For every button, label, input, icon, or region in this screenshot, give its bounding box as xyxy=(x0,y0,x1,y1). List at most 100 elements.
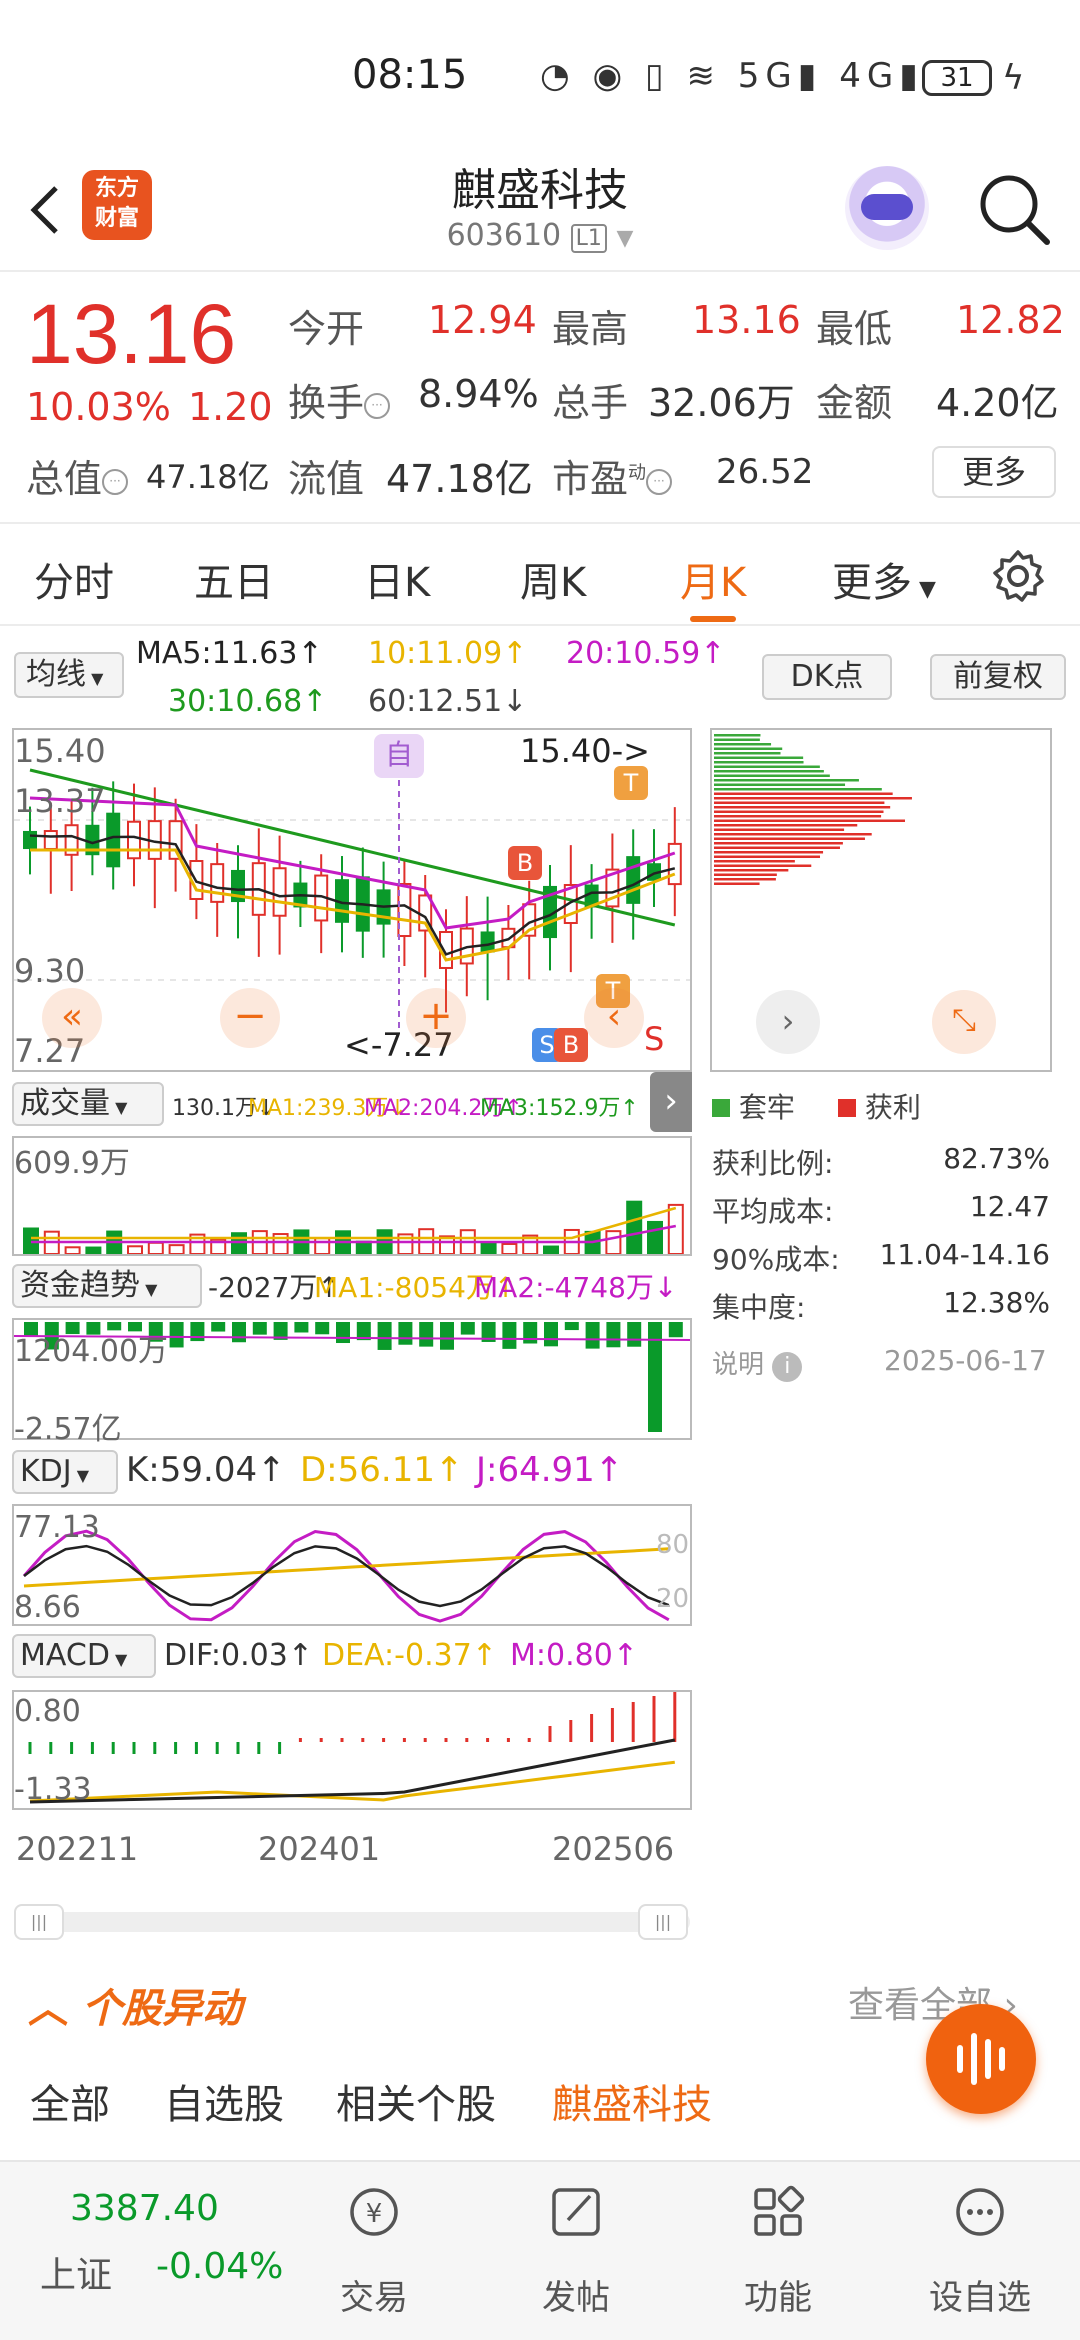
change-amount: 1.20 xyxy=(188,385,273,429)
candle-body xyxy=(626,856,641,904)
expand-panel-icon[interactable]: › xyxy=(650,1072,692,1132)
buy-marker[interactable]: B xyxy=(554,1028,588,1062)
range-slider-track[interactable] xyxy=(14,1912,690,1932)
cost-bar xyxy=(714,752,781,755)
range-handle-left[interactable]: ||| xyxy=(14,1904,64,1940)
kdj-axis-bottom: 8.66 xyxy=(14,1590,81,1625)
cost-bar xyxy=(714,774,830,777)
sell-marker[interactable]: S xyxy=(644,1020,664,1058)
volume-bar xyxy=(314,1237,331,1254)
ma-selector[interactable]: 均线 ▼ xyxy=(14,652,124,698)
voice-assistant-button[interactable] xyxy=(926,2004,1036,2114)
cost-bar xyxy=(714,837,865,840)
filter-all[interactable]: 全部 xyxy=(30,2072,110,2130)
nav-add-watchlist[interactable]: 设自选 xyxy=(880,2162,1080,2340)
fund-bar xyxy=(336,1322,350,1344)
fund-trend-selector[interactable]: 资金趋势 ▼ xyxy=(12,1264,202,1308)
candle-body xyxy=(272,867,287,917)
t-marker[interactable]: T xyxy=(614,766,648,800)
search-icon[interactable] xyxy=(975,170,1055,250)
fund-bar xyxy=(315,1322,330,1335)
volume-bar xyxy=(64,1246,81,1254)
fund-bar xyxy=(585,1322,600,1349)
cost-bar xyxy=(714,815,882,818)
trade-icon: ¥ xyxy=(350,2188,398,2236)
self-select-marker[interactable]: 自 xyxy=(374,734,424,778)
candle-body xyxy=(23,830,37,850)
x-axis-label: 202401 xyxy=(258,1830,381,1868)
tab-more[interactable]: 更多 ▼ xyxy=(832,550,936,608)
cost-distribution-chart[interactable]: › ⤡ xyxy=(710,728,1052,1072)
candle-body xyxy=(43,830,58,850)
volume-chart[interactable]: 609.9万 xyxy=(12,1136,692,1256)
high-value: 13.16 xyxy=(692,298,801,342)
index-change: -0.04% xyxy=(156,2246,284,2287)
cost-bar xyxy=(714,779,859,782)
kline-axis-mid1: 13.37 xyxy=(14,782,106,820)
fund-bar xyxy=(460,1322,475,1335)
cost-bar xyxy=(714,761,804,764)
cost-bar xyxy=(714,873,777,876)
dk-point-selector[interactable]: DK点 xyxy=(762,654,892,700)
volume-bar xyxy=(626,1200,643,1254)
fund-bar xyxy=(627,1322,642,1347)
zoom-out-icon[interactable]: − xyxy=(220,988,280,1048)
ma20-legend: 20:10.59↑ xyxy=(566,636,726,671)
macd-chart[interactable]: 0.80 -1.33 xyxy=(12,1690,692,1810)
filter-this-stock[interactable]: 麒盛科技 xyxy=(552,2072,712,2130)
cost-bar xyxy=(714,765,820,768)
cost-bar xyxy=(714,806,891,809)
fund-trend-chart[interactable]: 1204.00万 -2.57亿 xyxy=(12,1318,692,1447)
buy-marker[interactable]: B xyxy=(508,846,542,880)
volume-bar xyxy=(667,1203,684,1254)
bottom-nav: 3387.40 上证 -0.04% ¥ 交易 发帖 功能 设自选 xyxy=(0,2160,1080,2340)
cost-bar xyxy=(714,855,821,858)
assistant-robot-icon[interactable] xyxy=(845,166,929,250)
open-value: 12.94 xyxy=(428,298,537,342)
scroll-right-icon[interactable]: ‹ xyxy=(584,988,644,1048)
kdj-selector[interactable]: KDJ ▼ xyxy=(12,1450,118,1494)
adjust-button[interactable]: 前复权 xyxy=(930,654,1066,700)
range-handle-right[interactable]: ||| xyxy=(638,1904,688,1940)
nav-post[interactable]: 发帖 xyxy=(476,2162,676,2340)
volume-value: 32.06万 xyxy=(648,381,795,425)
volume-bar xyxy=(147,1241,164,1254)
gear-icon[interactable] xyxy=(990,548,1046,604)
profit-legend: 获利 xyxy=(838,1086,921,1126)
macd-selector[interactable]: MACD ▼ xyxy=(12,1634,156,1678)
expand-right-icon[interactable]: › xyxy=(756,990,820,1054)
kdj-chart[interactable]: 77.13 8.66 80 20 xyxy=(12,1504,692,1626)
fund-axis-bottom: -2.57亿 xyxy=(14,1412,122,1447)
filter-watchlist[interactable]: 自选股 xyxy=(164,2072,284,2130)
filter-related[interactable]: 相关个股 xyxy=(336,2072,496,2130)
volume-selector[interactable]: 成交量 ▼ xyxy=(12,1082,164,1126)
cost-bar xyxy=(714,797,912,800)
concentration-label: 集中度: xyxy=(712,1291,806,1324)
tab-five-day[interactable]: 五日 xyxy=(194,550,274,608)
kline-chart[interactable]: 15.40 13.37 9.30 7.27 15.40-> <-7.27 自 B… xyxy=(12,728,692,1072)
index-ticker[interactable]: 3387.40 上证 -0.04% xyxy=(0,2162,290,2340)
cost90-label: 90%成本: xyxy=(712,1243,840,1276)
note-link[interactable]: 说明 i xyxy=(712,1344,803,1382)
volume-bar xyxy=(127,1245,143,1254)
fund-bar xyxy=(668,1322,683,1338)
fund-bar xyxy=(232,1322,246,1343)
tab-monthly-k[interactable]: 月K xyxy=(680,550,746,608)
zoom-in-icon[interactable]: + xyxy=(406,988,466,1048)
nav-trade[interactable]: ¥ 交易 xyxy=(274,2162,474,2340)
tab-weekly-k[interactable]: 周K xyxy=(520,550,586,608)
tab-intraday[interactable]: 分时 xyxy=(34,550,114,608)
scroll-left-icon[interactable]: « xyxy=(42,988,102,1048)
cost-bar xyxy=(714,833,872,836)
more-button[interactable]: 更多 xyxy=(932,446,1056,498)
cost-bar xyxy=(714,864,812,867)
info-icon: ··· xyxy=(646,468,673,495)
svg-text:¥: ¥ xyxy=(366,2199,383,2229)
profit-ratio-label: 获利比例: xyxy=(712,1147,834,1180)
kdj-k: K:59.04↑ xyxy=(126,1450,286,1490)
candle-body xyxy=(210,863,225,903)
fullscreen-icon[interactable]: ⤡ xyxy=(932,990,996,1054)
nav-functions[interactable]: 功能 xyxy=(678,2162,878,2340)
cost-bar xyxy=(714,801,885,804)
tab-daily-k[interactable]: 日K xyxy=(364,550,430,608)
